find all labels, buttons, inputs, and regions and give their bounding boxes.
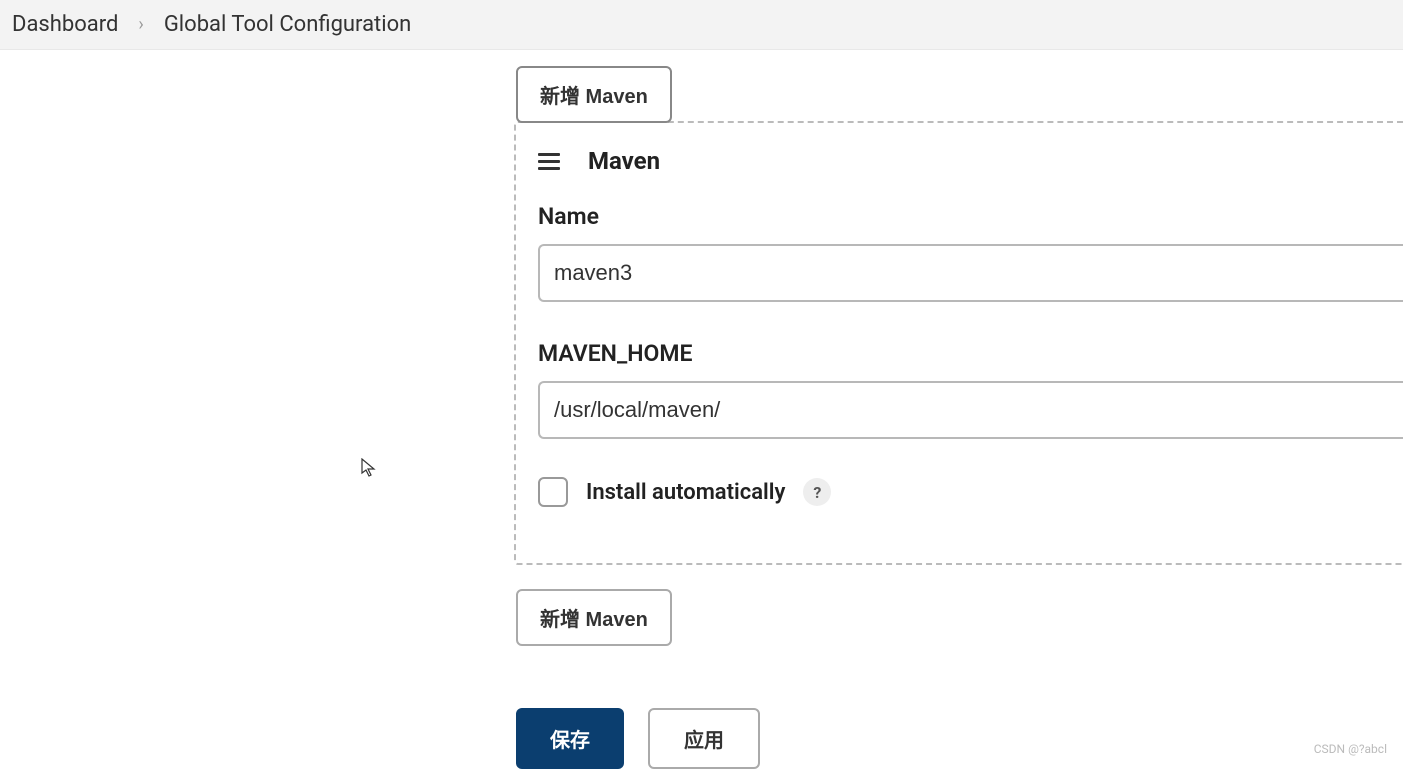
- breadcrumb-dashboard[interactable]: Dashboard: [10, 12, 120, 37]
- name-label: Name: [538, 203, 1403, 230]
- maven-home-group: MAVEN_HOME: [538, 340, 1403, 439]
- help-icon[interactable]: ?: [803, 478, 831, 506]
- maven-home-input[interactable]: [538, 381, 1403, 439]
- install-auto-checkbox[interactable]: [538, 477, 568, 507]
- save-button[interactable]: 保存: [516, 708, 624, 769]
- maven-home-label: MAVEN_HOME: [538, 340, 1403, 367]
- apply-button[interactable]: 应用: [648, 708, 760, 769]
- section-header: Maven: [538, 147, 1403, 175]
- main-content: 新增 Maven Maven Name MAVEN_HOME Install a…: [0, 50, 1403, 769]
- section-title: Maven: [588, 147, 660, 175]
- install-auto-row: Install automatically ?: [538, 477, 1403, 507]
- name-input[interactable]: [538, 244, 1403, 302]
- breadcrumb: Dashboard › Global Tool Configuration: [0, 0, 1403, 50]
- maven-config-panel: Maven Name MAVEN_HOME Install automatica…: [514, 121, 1403, 565]
- drag-handle-icon[interactable]: [538, 153, 560, 170]
- add-maven-button-bottom[interactable]: 新增 Maven: [516, 589, 672, 646]
- add-maven-button-top[interactable]: 新增 Maven: [516, 66, 672, 123]
- watermark: CSDN @?abcl: [1314, 742, 1387, 756]
- breadcrumb-current[interactable]: Global Tool Configuration: [162, 12, 413, 37]
- footer-buttons: 保存 应用: [516, 708, 1403, 769]
- name-group: Name: [538, 203, 1403, 302]
- install-auto-label: Install automatically: [586, 480, 785, 505]
- chevron-right-icon: ›: [120, 14, 161, 35]
